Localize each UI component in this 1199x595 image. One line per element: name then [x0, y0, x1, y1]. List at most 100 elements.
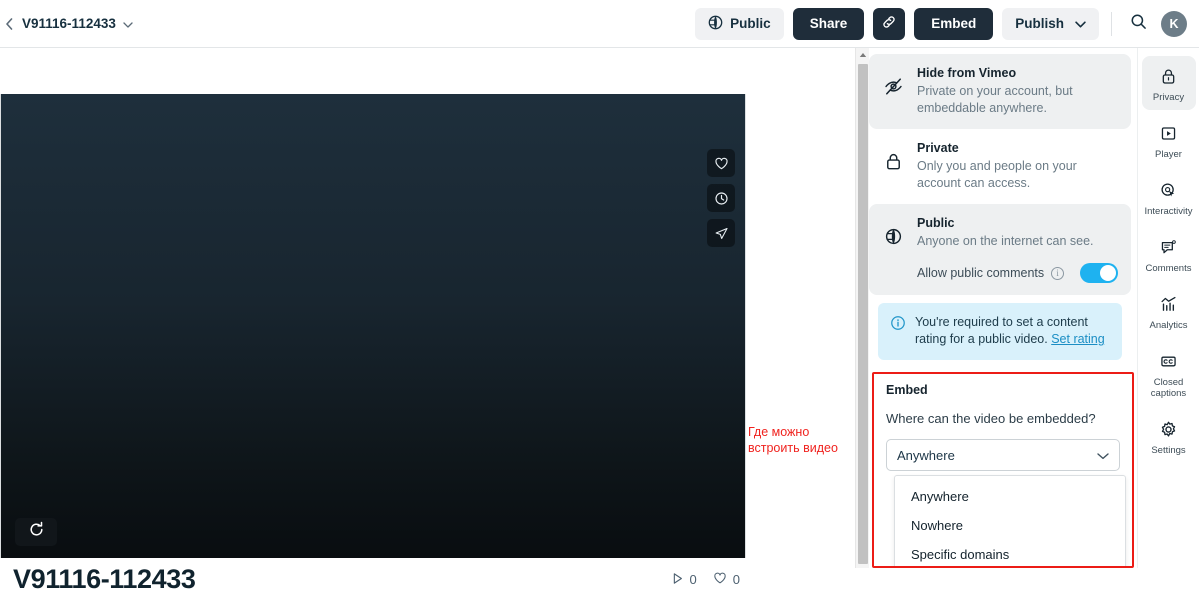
globe-privacy-icon: [883, 215, 905, 283]
share-button-label: Share: [809, 16, 848, 31]
rail-item-player[interactable]: Player: [1142, 113, 1196, 167]
embed-settings-section: Embed Where can the video be embedded? A…: [874, 374, 1132, 568]
rail-item-label: Comments: [1145, 263, 1192, 274]
search-icon: [1130, 13, 1147, 35]
rail-item-comments[interactable]: Comments: [1142, 227, 1196, 281]
heart-icon[interactable]: [707, 149, 735, 177]
toggle-knob: [1100, 265, 1116, 281]
top-bar: V91116-112433 Public Share Embed Publish…: [0, 0, 1199, 48]
allow-public-comments-toggle[interactable]: [1080, 263, 1118, 283]
copy-link-button[interactable]: [873, 7, 906, 40]
replay-button[interactable]: [15, 518, 57, 546]
back-chevron-icon[interactable]: [2, 12, 16, 36]
info-circle-icon: [890, 314, 906, 348]
player-play-icon: [1159, 122, 1178, 144]
privacy-option-private[interactable]: Private Only you and people on your acco…: [869, 129, 1131, 204]
analytics-chart-icon: [1159, 293, 1178, 315]
rail-item-closed-captions[interactable]: Closed captions: [1142, 341, 1196, 406]
chevron-down-icon: [1075, 16, 1086, 31]
chevron-down-icon: [123, 16, 133, 31]
globe-privacy-icon: [708, 15, 723, 33]
rail-item-analytics[interactable]: Analytics: [1142, 284, 1196, 338]
eye-slash-icon: [883, 65, 905, 117]
rail-item-label: Interactivity: [1144, 206, 1193, 217]
rail-item-label: Settings: [1151, 445, 1186, 456]
share-button[interactable]: Share: [792, 7, 865, 40]
settings-rail: Privacy Player Interactivity Comments An…: [1137, 48, 1199, 568]
play-count-value: 0: [689, 572, 697, 587]
avatar-initial: K: [1169, 16, 1179, 31]
embed-section-title: Embed: [886, 383, 928, 397]
dropdown-option-nowhere[interactable]: Nowhere: [895, 511, 1125, 540]
privacy-option-title: Private: [917, 141, 959, 155]
video-stats: 0 0: [671, 571, 744, 588]
avatar[interactable]: K: [1161, 10, 1187, 37]
page-scrollbar[interactable]: [855, 48, 869, 568]
scrollbar-thumb[interactable]: [858, 64, 868, 564]
privacy-option-public[interactable]: Public Anyone on the internet can see. A…: [869, 204, 1131, 295]
allow-public-comments-row: Allow public comments i: [917, 263, 1118, 283]
privacy-option-title: Hide from Vimeo: [917, 66, 1017, 80]
set-rating-link[interactable]: Set rating: [1051, 332, 1105, 346]
info-icon[interactable]: i: [1051, 266, 1065, 280]
video-meta-row: V91116-112433 0 0: [0, 564, 746, 595]
lock-icon: [883, 140, 905, 192]
privacy-option-title: Public: [917, 216, 955, 230]
rail-item-label: Player: [1155, 149, 1182, 160]
scroll-up-arrow-icon[interactable]: [856, 48, 869, 62]
toolbar-divider: [1111, 11, 1112, 36]
video-player[interactable]: [0, 94, 746, 558]
privacy-badge-button[interactable]: Public: [695, 7, 784, 40]
content-rating-text: You're required to set a content rating …: [915, 314, 1110, 348]
annotation-label: Где можно встроить видео: [748, 425, 838, 455]
like-count-value: 0: [732, 572, 740, 587]
rail-item-interactivity[interactable]: Interactivity: [1142, 170, 1196, 224]
privacy-option-body: Private Only you and people on your acco…: [917, 140, 1118, 192]
page-title: V91116-112433: [13, 564, 196, 594]
privacy-badge-label: Public: [730, 16, 771, 31]
interactivity-target-icon: [1159, 179, 1178, 201]
content-rating-notice: You're required to set a content rating …: [878, 303, 1122, 360]
embed-button-label: Embed: [931, 16, 977, 31]
privacy-option-desc: Anyone on the internet can see.: [917, 234, 1094, 248]
link-icon: [881, 14, 897, 33]
player-side-actions: [707, 149, 735, 247]
embed-scope-selected-value: Anywhere: [897, 447, 955, 463]
dropdown-option-anywhere[interactable]: Anywhere: [895, 482, 1125, 511]
chevron-down-icon: [1097, 448, 1109, 463]
dropdown-option-specific-domains[interactable]: Specific domains: [895, 540, 1125, 568]
privacy-option-desc: Private on your account, but embeddable …: [917, 84, 1073, 115]
like-count-stat: 0: [713, 571, 740, 588]
embed-question-label: Where can the video be embedded?: [886, 411, 1096, 426]
heart-icon: [713, 571, 727, 588]
closed-captions-icon: [1159, 350, 1178, 372]
send-share-icon[interactable]: [707, 219, 735, 247]
rail-item-settings[interactable]: Settings: [1142, 409, 1196, 463]
settings-gear-icon: [1159, 418, 1178, 440]
privacy-option-body: Hide from Vimeo Private on your account,…: [917, 65, 1118, 117]
video-title-text: V91116-112433: [22, 16, 116, 31]
embed-scope-select[interactable]: Anywhere: [886, 439, 1120, 471]
play-count-stat: 0: [671, 572, 697, 588]
publish-button[interactable]: Publish: [1002, 7, 1099, 40]
privacy-option-body: Public Anyone on the internet can see. A…: [917, 215, 1118, 283]
play-icon: [671, 572, 684, 588]
allow-public-comments-label: Allow public comments: [917, 266, 1045, 280]
video-title-dropdown[interactable]: V91116-112433: [16, 12, 139, 35]
rail-item-label: Privacy: [1152, 92, 1185, 103]
embed-scope-dropdown[interactable]: Anywhere Nowhere Specific domains: [894, 475, 1126, 568]
rail-item-label: Closed captions: [1150, 377, 1187, 399]
top-bar-left: V91116-112433: [0, 12, 139, 36]
publish-button-label: Publish: [1015, 16, 1064, 31]
top-bar-actions: Public Share Embed Publish K: [695, 7, 1199, 40]
clock-watch-later-icon[interactable]: [707, 184, 735, 212]
privacy-option-desc: Only you and people on your account can …: [917, 159, 1077, 190]
embed-button[interactable]: Embed: [914, 7, 994, 40]
privacy-option-hide-from-vimeo[interactable]: Hide from Vimeo Private on your account,…: [869, 54, 1131, 129]
video-main-column: V91116-112433 0 0 Где можно встроить вид…: [0, 48, 855, 594]
comments-icon: [1159, 236, 1178, 258]
lock-privacy-icon: [1159, 65, 1178, 87]
rail-item-privacy[interactable]: Privacy: [1141, 56, 1196, 110]
search-button[interactable]: [1124, 10, 1152, 38]
replay-icon: [28, 521, 45, 543]
